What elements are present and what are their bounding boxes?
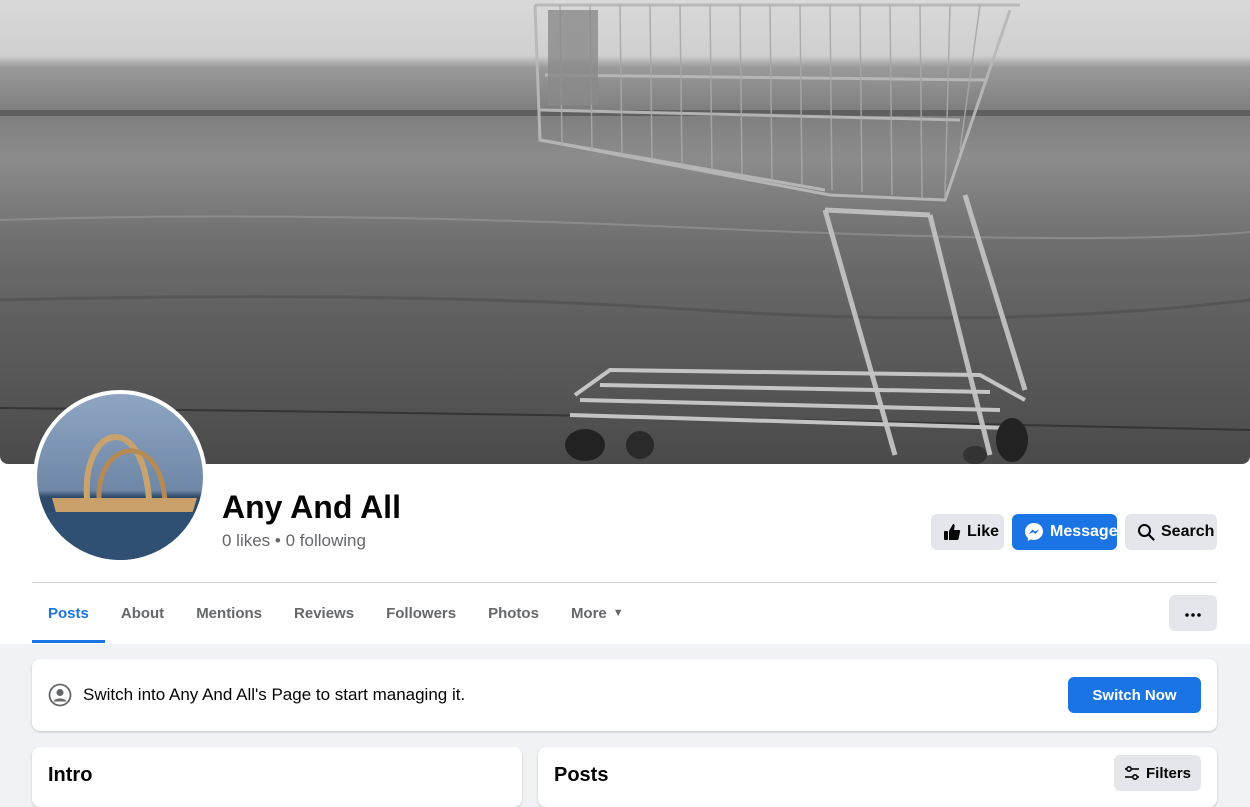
profile-picture[interactable] (33, 390, 207, 564)
tab-label: Posts (48, 604, 89, 622)
like-button[interactable]: Like (931, 514, 1004, 550)
switch-now-button[interactable]: Switch Now (1068, 677, 1201, 713)
message-label: Message (1050, 523, 1118, 540)
tab-label: Photos (488, 604, 539, 622)
caret-down-icon: ▼ (612, 607, 624, 619)
search-icon (1137, 523, 1155, 541)
filters-label: Filters (1145, 764, 1191, 782)
tab-reviews[interactable]: Reviews (278, 583, 370, 643)
thumbs-up-icon (943, 523, 961, 541)
page-stats: 0 likes • 0 following (222, 531, 366, 550)
page-title: Any And All (222, 489, 401, 525)
profile-tabs: Posts About Mentions Reviews Followers P… (32, 583, 640, 643)
tab-label: Followers (386, 604, 457, 622)
messenger-icon (1024, 522, 1044, 542)
posts-title: Posts (554, 764, 609, 786)
message-button[interactable]: Message (1012, 514, 1118, 550)
tab-label: Mentions (196, 604, 263, 622)
filters-button[interactable]: Filters (1114, 755, 1201, 791)
switch-profile-notice: Switch into Any And All's Page to start … (32, 659, 1217, 731)
tab-label: About (120, 604, 165, 622)
tab-about[interactable]: About (105, 583, 180, 643)
like-label: Like (967, 523, 1000, 540)
ellipsis-icon (1185, 604, 1201, 622)
search-button[interactable]: Search (1125, 514, 1217, 550)
tab-more[interactable]: More ▼ (555, 583, 640, 643)
intro-card: Intro (32, 747, 522, 807)
profile-switch-icon (48, 683, 72, 712)
profile-header: Any And All 0 likes • 0 following Like M… (0, 0, 1250, 644)
filter-sliders-icon (1124, 766, 1140, 780)
tab-label: More (570, 604, 607, 622)
switch-notice-text: Switch into Any And All's Page to start … (83, 685, 466, 704)
intro-title: Intro (48, 764, 93, 786)
avatar (37, 394, 203, 560)
tab-followers[interactable]: Followers (370, 583, 472, 643)
search-label: Search (1161, 523, 1215, 540)
tab-mentions[interactable]: Mentions (180, 583, 278, 643)
tab-posts[interactable]: Posts (32, 583, 105, 643)
posts-card: Posts Filters (538, 747, 1217, 807)
more-options-button[interactable] (1169, 595, 1217, 631)
tab-label: Reviews (294, 604, 355, 622)
tab-photos[interactable]: Photos (472, 583, 555, 643)
